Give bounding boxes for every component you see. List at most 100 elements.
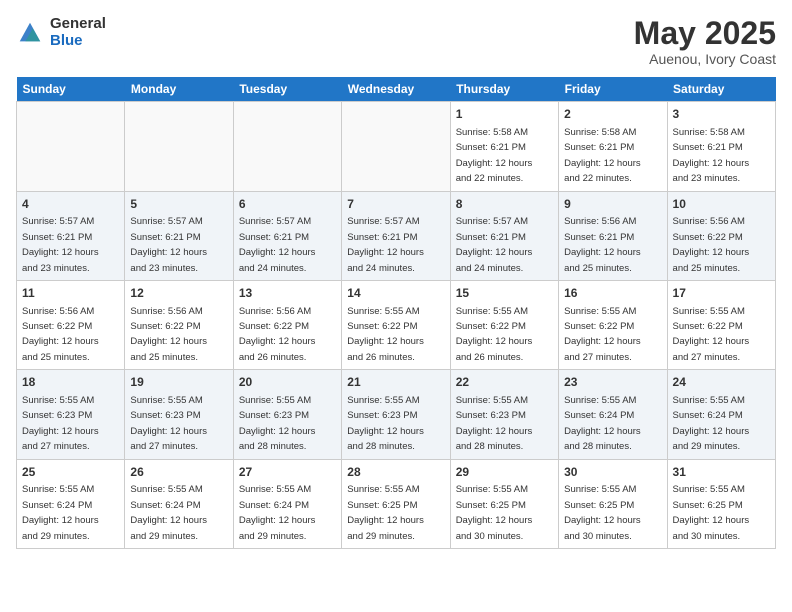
day-number: 4	[22, 196, 119, 213]
day-cell-23: 23 Sunrise: 5:55 AMSunset: 6:24 PMDayligh…	[559, 370, 667, 459]
day-info: Sunrise: 5:55 AMSunset: 6:24 PMDaylight:…	[673, 395, 750, 452]
calendar-subtitle: Auenou, Ivory Coast	[634, 51, 776, 67]
week-row-2: 4 Sunrise: 5:57 AMSunset: 6:21 PMDaylight…	[17, 191, 776, 280]
day-number: 29	[456, 464, 553, 481]
week-row-5: 25 Sunrise: 5:55 AMSunset: 6:24 PMDayligh…	[17, 459, 776, 548]
day-info: Sunrise: 5:55 AMSunset: 6:23 PMDaylight:…	[239, 395, 316, 452]
day-number: 19	[130, 374, 227, 391]
day-header-tuesday: Tuesday	[233, 77, 341, 102]
day-cell-24: 24 Sunrise: 5:55 AMSunset: 6:24 PMDayligh…	[667, 370, 775, 459]
day-header-saturday: Saturday	[667, 77, 775, 102]
day-number: 25	[22, 464, 119, 481]
day-cell-19: 19 Sunrise: 5:55 AMSunset: 6:23 PMDayligh…	[125, 370, 233, 459]
day-info: Sunrise: 5:55 AMSunset: 6:24 PMDaylight:…	[564, 395, 641, 452]
day-cell-5: 5Sunrise: 5:57 AMSunset: 6:21 PMDaylight…	[125, 191, 233, 280]
day-cell-25: 25 Sunrise: 5:55 AMSunset: 6:24 PMDayligh…	[17, 459, 125, 548]
day-number: 16	[564, 285, 661, 302]
day-cell-17: 17Sunrise: 5:55 AMSunset: 6:22 PMDayligh…	[667, 280, 775, 369]
day-number: 22	[456, 374, 553, 391]
day-info: Sunrise: 5:55 AMSunset: 6:24 PMDaylight:…	[239, 484, 316, 541]
day-number: 5	[130, 196, 227, 213]
page-header: General Blue May 2025 Auenou, Ivory Coas…	[16, 16, 776, 67]
week-row-3: 11 Sunrise: 5:56 AMSunset: 6:22 PMDayligh…	[17, 280, 776, 369]
day-cell-11: 11Sunrise: 5:56 AMSunset: 6:22 PMDayligh…	[17, 280, 125, 369]
day-cell-3: 3 Sunrise: 5:58 AMSunset: 6:21 PMDaylight…	[667, 102, 775, 191]
day-cell-30: 30 Sunrise: 5:55 AMSunset: 6:25 PMDayligh…	[559, 459, 667, 548]
day-cell-16: 16 Sunrise: 5:55 AMSunset: 6:22 PMDayligh…	[559, 280, 667, 369]
calendar-title: May 2025	[634, 16, 776, 51]
day-cell-15: 15Sunrise: 5:55 AMSunset: 6:22 PMDayligh…	[450, 280, 558, 369]
day-info: Sunrise: 5:58 AMSunset: 6:21 PMDaylight:…	[456, 127, 533, 184]
day-number: 3	[673, 106, 770, 123]
day-number: 14	[347, 285, 444, 302]
day-number: 11	[22, 285, 119, 302]
day-cell-26: 26 Sunrise: 5:55 AMSunset: 6:24 PMDayligh…	[125, 459, 233, 548]
day-number: 26	[130, 464, 227, 481]
day-info: Sunrise: 5:55 AMSunset: 6:25 PMDaylight:…	[347, 484, 424, 541]
days-header-row: SundayMondayTuesdayWednesdayThursdayFrid…	[17, 77, 776, 102]
day-info: Sunrise: 5:55 AMSunset: 6:24 PMDaylight:…	[22, 484, 99, 541]
day-info: Sunrise: 5:55 AMSunset: 6:25 PMDaylight:…	[673, 484, 750, 541]
day-header-thursday: Thursday	[450, 77, 558, 102]
day-cell-18: 18 Sunrise: 5:55 AMSunset: 6:23 PMDayligh…	[17, 370, 125, 459]
day-number: 8	[456, 196, 553, 213]
day-cell-28: 28 Sunrise: 5:55 AMSunset: 6:25 PMDayligh…	[342, 459, 450, 548]
day-cell-10: 10 Sunrise: 5:56 AMSunset: 6:22 PMDayligh…	[667, 191, 775, 280]
day-info: Sunrise: 5:55 AMSunset: 6:23 PMDaylight:…	[22, 395, 99, 452]
day-info: Sunrise: 5:55 AMSunset: 6:23 PMDaylight:…	[347, 395, 424, 452]
day-number: 6	[239, 196, 336, 213]
day-number: 7	[347, 196, 444, 213]
day-cell-29: 29 Sunrise: 5:55 AMSunset: 6:25 PMDayligh…	[450, 459, 558, 548]
logo-blue-text: Blue	[50, 33, 106, 50]
day-info: Sunrise: 5:55 AMSunset: 6:22 PMDaylight:…	[673, 306, 750, 363]
day-info: Sunrise: 5:57 AMSunset: 6:21 PMDaylight:…	[347, 216, 424, 273]
day-number: 23	[564, 374, 661, 391]
day-info: Sunrise: 5:55 AMSunset: 6:22 PMDaylight:…	[456, 306, 533, 363]
day-cell-4: 4Sunrise: 5:57 AMSunset: 6:21 PMDaylight…	[17, 191, 125, 280]
calendar-table: SundayMondayTuesdayWednesdayThursdayFrid…	[16, 77, 776, 549]
empty-cell	[125, 102, 233, 191]
day-info: Sunrise: 5:55 AMSunset: 6:22 PMDaylight:…	[347, 306, 424, 363]
day-info: Sunrise: 5:57 AMSunset: 6:21 PMDaylight:…	[456, 216, 533, 273]
day-number: 30	[564, 464, 661, 481]
day-info: Sunrise: 5:55 AMSunset: 6:23 PMDaylight:…	[456, 395, 533, 452]
day-number: 12	[130, 285, 227, 302]
day-number: 20	[239, 374, 336, 391]
day-number: 24	[673, 374, 770, 391]
day-info: Sunrise: 5:57 AMSunset: 6:21 PMDaylight:…	[239, 216, 316, 273]
day-number: 28	[347, 464, 444, 481]
empty-cell	[17, 102, 125, 191]
day-cell-20: 20 Sunrise: 5:55 AMSunset: 6:23 PMDayligh…	[233, 370, 341, 459]
day-info: Sunrise: 5:56 AMSunset: 6:22 PMDaylight:…	[130, 306, 207, 363]
logo-general-text: General	[50, 16, 106, 33]
day-cell-9: 9 Sunrise: 5:56 AMSunset: 6:21 PMDaylight…	[559, 191, 667, 280]
day-number: 18	[22, 374, 119, 391]
day-number: 31	[673, 464, 770, 481]
day-header-wednesday: Wednesday	[342, 77, 450, 102]
day-cell-6: 6 Sunrise: 5:57 AMSunset: 6:21 PMDaylight…	[233, 191, 341, 280]
day-info: Sunrise: 5:56 AMSunset: 6:22 PMDaylight:…	[239, 306, 316, 363]
day-info: Sunrise: 5:55 AMSunset: 6:23 PMDaylight:…	[130, 395, 207, 452]
day-number: 9	[564, 196, 661, 213]
logo-icon	[16, 19, 44, 47]
day-info: Sunrise: 5:58 AMSunset: 6:21 PMDaylight:…	[564, 127, 641, 184]
day-number: 21	[347, 374, 444, 391]
day-info: Sunrise: 5:55 AMSunset: 6:24 PMDaylight:…	[130, 484, 207, 541]
day-number: 10	[673, 196, 770, 213]
day-number: 1	[456, 106, 553, 123]
day-cell-12: 12 Sunrise: 5:56 AMSunset: 6:22 PMDayligh…	[125, 280, 233, 369]
day-info: Sunrise: 5:55 AMSunset: 6:25 PMDaylight:…	[456, 484, 533, 541]
empty-cell	[233, 102, 341, 191]
day-cell-21: 21 Sunrise: 5:55 AMSunset: 6:23 PMDayligh…	[342, 370, 450, 459]
day-info: Sunrise: 5:56 AMSunset: 6:21 PMDaylight:…	[564, 216, 641, 273]
day-cell-14: 14 Sunrise: 5:55 AMSunset: 6:22 PMDayligh…	[342, 280, 450, 369]
day-info: Sunrise: 5:55 AMSunset: 6:22 PMDaylight:…	[564, 306, 641, 363]
day-info: Sunrise: 5:56 AMSunset: 6:22 PMDaylight:…	[673, 216, 750, 273]
day-cell-7: 7 Sunrise: 5:57 AMSunset: 6:21 PMDaylight…	[342, 191, 450, 280]
day-cell-1: 1 Sunrise: 5:58 AMSunset: 6:21 PMDaylight…	[450, 102, 558, 191]
title-area: May 2025 Auenou, Ivory Coast	[634, 16, 776, 67]
day-cell-27: 27Sunrise: 5:55 AMSunset: 6:24 PMDayligh…	[233, 459, 341, 548]
day-header-friday: Friday	[559, 77, 667, 102]
day-info: Sunrise: 5:55 AMSunset: 6:25 PMDaylight:…	[564, 484, 641, 541]
day-info: Sunrise: 5:58 AMSunset: 6:21 PMDaylight:…	[673, 127, 750, 184]
